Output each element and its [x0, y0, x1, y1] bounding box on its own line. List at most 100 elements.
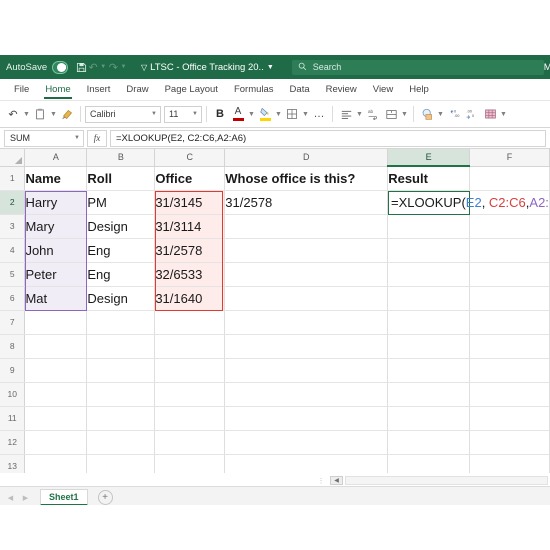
chevron-right-icon[interactable]: ▶	[19, 491, 32, 505]
cell-e3[interactable]	[388, 214, 470, 238]
cell-e12[interactable]	[388, 430, 470, 454]
undo-icon[interactable]: ↶	[4, 104, 22, 125]
cell-e7[interactable]	[388, 310, 470, 334]
cell-c8[interactable]	[155, 334, 225, 358]
cell-f5[interactable]	[470, 262, 550, 286]
tab-page-layout[interactable]: Page Layout	[157, 81, 226, 99]
tab-formulas[interactable]: Formulas	[226, 81, 282, 99]
cell-d4[interactable]	[225, 238, 388, 262]
cell-e6[interactable]	[388, 286, 470, 310]
decrease-decimal-icon[interactable]: .000	[463, 104, 481, 125]
column-header-b[interactable]: B	[87, 149, 155, 166]
number-format-icon[interactable]	[418, 104, 436, 125]
cell-d11[interactable]	[225, 406, 388, 430]
row-header-10[interactable]: 10	[0, 382, 25, 406]
cell-b11[interactable]	[87, 406, 155, 430]
column-header-d[interactable]: D	[225, 149, 388, 166]
horizontal-scrollbar-thumb[interactable]: ◀	[330, 476, 343, 485]
autosave-toggle[interactable]: On	[52, 61, 67, 74]
cell-a10[interactable]	[25, 382, 87, 406]
name-box[interactable]: SUM ▼	[4, 130, 84, 147]
font-color-icon[interactable]: A	[229, 104, 247, 125]
cell-c10[interactable]	[155, 382, 225, 406]
cell-f8[interactable]	[470, 334, 550, 358]
font-name-select[interactable]: Calibri ▼	[85, 106, 161, 123]
bold-button[interactable]: B	[211, 104, 229, 125]
row-header-3[interactable]: 3	[0, 214, 25, 238]
cell-f12[interactable]	[470, 430, 550, 454]
user-account-name[interactable]: Monica Thomson	[544, 62, 550, 73]
cell-c2[interactable]: 31/3145	[155, 190, 225, 214]
cell-styles-icon[interactable]	[481, 104, 499, 125]
horizontal-scrollbar-track[interactable]	[345, 476, 548, 485]
row-header-9[interactable]: 9	[0, 358, 25, 382]
cell-d8[interactable]	[225, 334, 388, 358]
row-header-8[interactable]: 8	[0, 334, 25, 358]
tab-help[interactable]: Help	[401, 81, 437, 99]
row-header-13[interactable]: 13	[0, 454, 25, 473]
cell-e4[interactable]	[388, 238, 470, 262]
merge-dropdown-icon[interactable]: ▼	[400, 104, 409, 125]
cell-a11[interactable]	[25, 406, 87, 430]
save-icon[interactable]	[76, 59, 87, 76]
cell-e1[interactable]: Result	[388, 166, 470, 190]
font-size-select[interactable]: 11 ▼	[164, 106, 202, 123]
cell-b9[interactable]	[87, 358, 155, 382]
row-header-4[interactable]: 4	[0, 238, 25, 262]
tab-review[interactable]: Review	[318, 81, 365, 99]
font-color-dropdown-icon[interactable]: ▼	[247, 104, 256, 125]
cell-b10[interactable]	[87, 382, 155, 406]
column-header-c[interactable]: C	[155, 149, 225, 166]
paste-dropdown-icon[interactable]: ▼	[49, 104, 58, 125]
chevron-down-icon[interactable]: ▼	[267, 64, 274, 71]
borders-icon[interactable]	[283, 104, 301, 125]
cell-c7[interactable]	[155, 310, 225, 334]
increase-decimal-icon[interactable]: 0.00	[445, 104, 463, 125]
cell-f4[interactable]	[470, 238, 550, 262]
cell-a3[interactable]: Mary	[25, 214, 87, 238]
fill-color-icon[interactable]	[256, 104, 274, 125]
cell-styles-dropdown-icon[interactable]: ▼	[499, 104, 508, 125]
cell-c12[interactable]	[155, 430, 225, 454]
column-header-f[interactable]: F	[470, 149, 550, 166]
cell-f3[interactable]	[470, 214, 550, 238]
align-dropdown-icon[interactable]: ▼	[355, 104, 364, 125]
undo-caret-icon[interactable]: ▼	[100, 59, 107, 76]
tab-home[interactable]: Home	[37, 81, 78, 99]
tab-data[interactable]: Data	[282, 81, 318, 99]
cell-b1[interactable]: Roll	[87, 166, 155, 190]
row-header-12[interactable]: 12	[0, 430, 25, 454]
paste-icon[interactable]	[31, 104, 49, 125]
row-header-1[interactable]: 1	[0, 166, 25, 190]
cell-b12[interactable]	[87, 430, 155, 454]
cell-c11[interactable]	[155, 406, 225, 430]
cell-c13[interactable]	[155, 454, 225, 473]
column-header-e[interactable]: E	[388, 149, 470, 166]
cell-b7[interactable]	[87, 310, 155, 334]
cell-a1[interactable]: Name	[25, 166, 87, 190]
spreadsheet-grid[interactable]: A B C D E F 1 Name Roll Office Whose off…	[0, 149, 550, 473]
cell-c4[interactable]: 31/2578	[155, 238, 225, 262]
undo-icon[interactable]: ↶	[89, 59, 98, 76]
cell-f7[interactable]	[470, 310, 550, 334]
cell-c9[interactable]	[155, 358, 225, 382]
cell-b5[interactable]: Eng	[87, 262, 155, 286]
cell-d2[interactable]: 31/2578	[225, 190, 388, 214]
cell-a2[interactable]: Harry	[25, 190, 87, 214]
document-title[interactable]: ▽ LTSC - Office Tracking 20.. ▼	[141, 62, 274, 73]
cell-d5[interactable]	[225, 262, 388, 286]
fill-color-dropdown-icon[interactable]: ▼	[274, 104, 283, 125]
cell-e10[interactable]	[388, 382, 470, 406]
wrap-text-icon[interactable]: ab	[364, 104, 382, 125]
cell-f11[interactable]	[470, 406, 550, 430]
cell-e13[interactable]	[388, 454, 470, 473]
cell-f13[interactable]	[470, 454, 550, 473]
cell-e9[interactable]	[388, 358, 470, 382]
select-all-corner[interactable]	[0, 149, 25, 166]
cell-e5[interactable]	[388, 262, 470, 286]
more-options-icon[interactable]: …	[310, 104, 328, 125]
cell-d13[interactable]	[225, 454, 388, 473]
cell-a8[interactable]	[25, 334, 87, 358]
cell-a9[interactable]	[25, 358, 87, 382]
cell-d6[interactable]	[225, 286, 388, 310]
